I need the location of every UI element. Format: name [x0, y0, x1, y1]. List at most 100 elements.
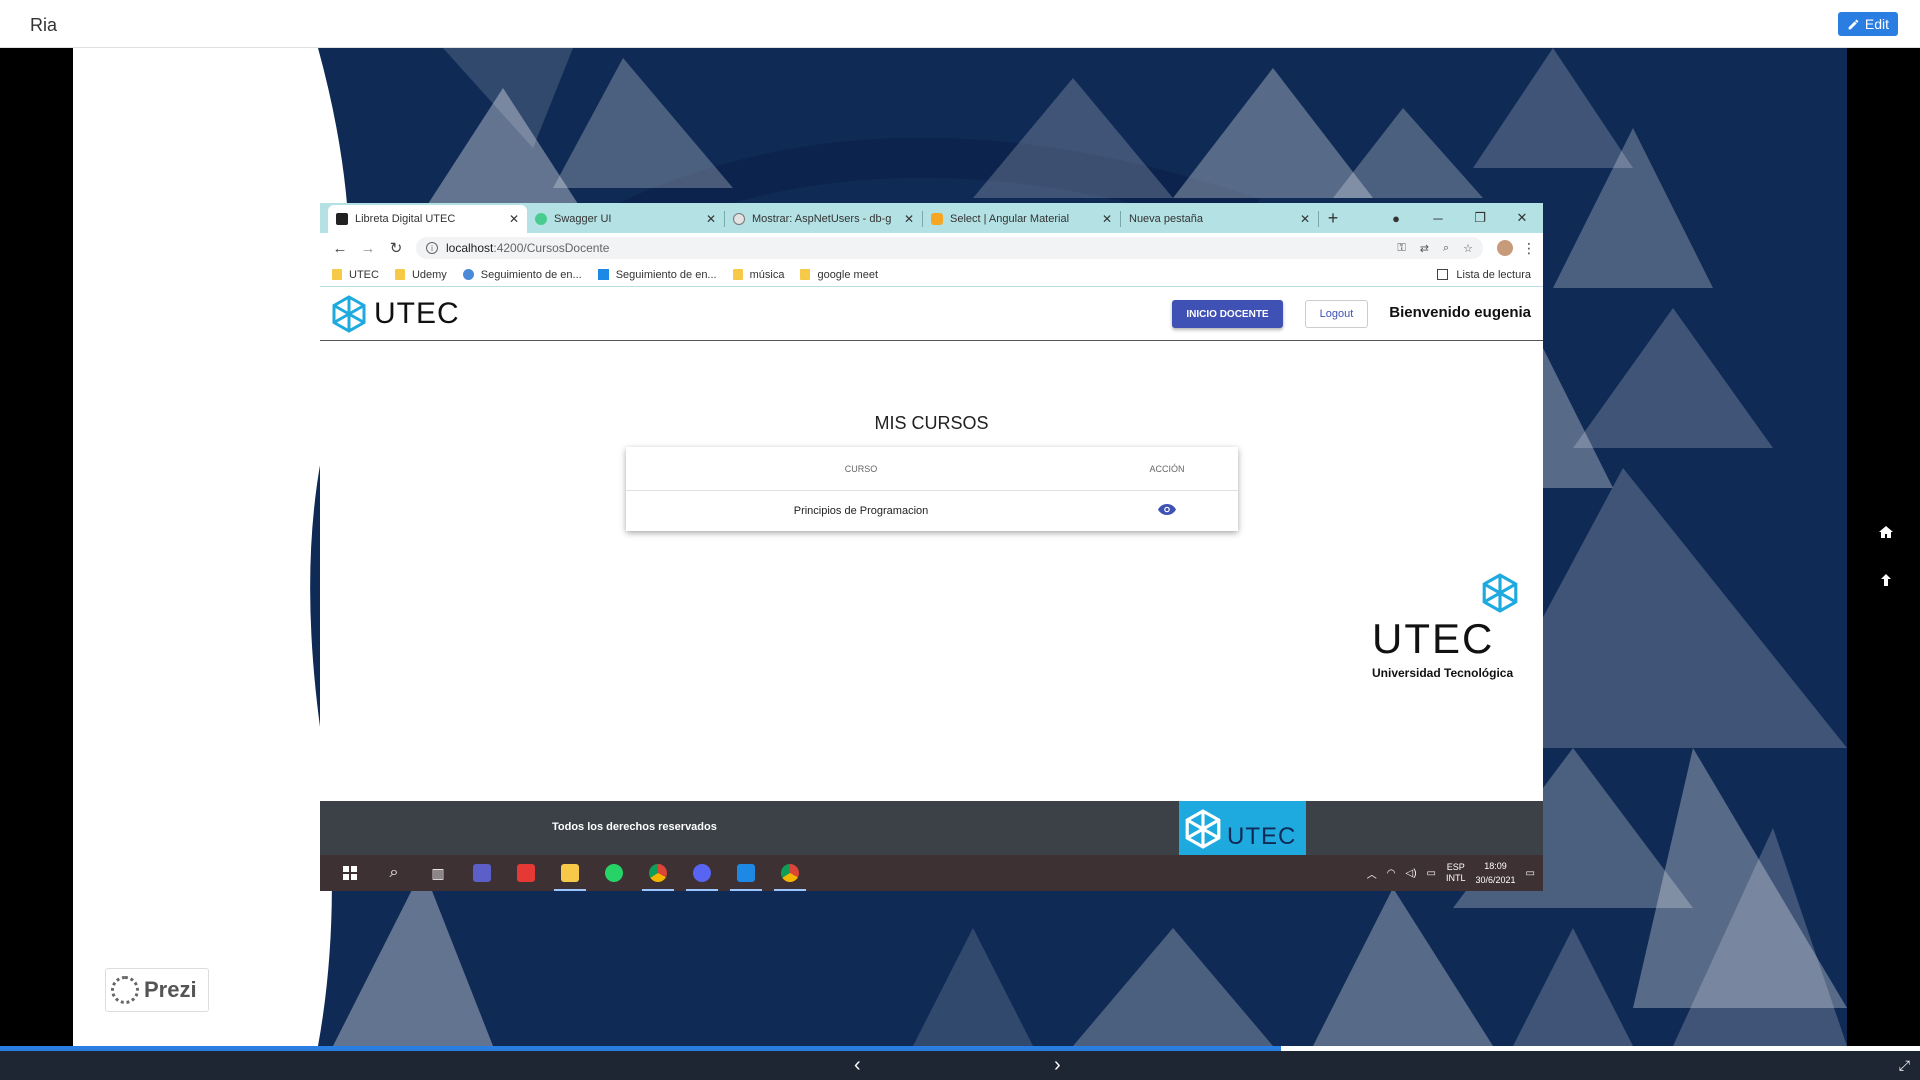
record-icon[interactable]: ●: [1375, 211, 1417, 226]
bookmarks-bar: UTEC Udemy Seguimiento de en... Seguimie…: [320, 263, 1543, 287]
chevron-up-icon[interactable]: ︿: [1367, 866, 1377, 881]
reload-icon[interactable]: ↻: [382, 239, 410, 257]
info-icon[interactable]: i: [426, 242, 438, 254]
chrome-icon[interactable]: [768, 855, 812, 891]
teams-icon[interactable]: [460, 855, 504, 891]
whatsapp-icon[interactable]: [592, 855, 636, 891]
bookmark-label: Seguimiento de en...: [480, 268, 582, 281]
bookmark-utec[interactable]: UTEC: [332, 269, 379, 281]
chrome-icon[interactable]: [636, 855, 680, 891]
bookmark-seguimiento-1[interactable]: Seguimiento de en...: [462, 268, 582, 281]
reading-list[interactable]: Lista de lectura: [1437, 269, 1531, 281]
folder-icon: [394, 269, 405, 280]
app-footer: Todos los derechos reservados UTEC: [320, 801, 1543, 855]
tab-angular-material[interactable]: Select | Angular Material ✕: [923, 205, 1120, 233]
home-icon[interactable]: [1874, 520, 1898, 544]
copyright-text: Todos los derechos reservados: [552, 821, 717, 833]
globe-icon: [462, 269, 474, 280]
lang-layout: INTL: [1445, 873, 1466, 883]
fullscreen-icon[interactable]: ⤢: [1899, 1057, 1910, 1074]
presentation-title: Ria: [30, 15, 58, 35]
bookmark-label: Seguimiento de en...: [615, 268, 717, 281]
bookmark-musica[interactable]: música: [732, 269, 784, 281]
close-icon[interactable]: ✕: [509, 212, 519, 226]
prezi-logo[interactable]: Prezi: [105, 968, 209, 1012]
prezi-logo-icon: [111, 976, 139, 1004]
url-field[interactable]: i localhost :4200/CursosDocente ⚿ ⇄ ⌕ ☆: [416, 237, 1483, 259]
logout-button[interactable]: Logout: [1305, 300, 1368, 328]
star-icon[interactable]: ☆: [1463, 242, 1473, 255]
window-close-icon[interactable]: ✕: [1501, 210, 1543, 226]
clock-date: 30/6/2021: [1475, 875, 1516, 885]
presentation-controls: ‹ › ⤢: [0, 1051, 1920, 1080]
wifi-icon[interactable]: ◠: [1387, 868, 1396, 879]
angular-icon: [336, 213, 348, 225]
bookmark-seguimiento-2[interactable]: Seguimiento de en...: [597, 268, 717, 281]
view-icon[interactable]: [1158, 504, 1176, 515]
translate-icon[interactable]: ⇄: [1420, 242, 1429, 255]
footer-logo: UTEC: [1179, 801, 1306, 855]
welcome-text: Bienvenido eugenia: [1389, 304, 1531, 321]
tab-nueva[interactable]: Nueva pestaña ✕: [1121, 205, 1318, 233]
chart-icon: [597, 269, 609, 280]
tab-bar: Libreta Digital UTEC ✕ Swagger UI ✕ Most…: [320, 203, 1543, 233]
edit-label: Edit: [1864, 16, 1889, 32]
close-icon[interactable]: ✕: [904, 212, 914, 226]
url-path: :4200/CursosDocente: [493, 241, 610, 255]
bookmark-udemy[interactable]: Udemy: [394, 269, 447, 281]
header-curso: CURSO: [844, 463, 878, 474]
restore-icon[interactable]: ❐: [1459, 210, 1501, 226]
prev-arrow-icon[interactable]: ‹: [854, 1054, 861, 1077]
app-logo[interactable]: UTEC: [330, 294, 460, 333]
clock[interactable]: 18:09 30/6/2021: [1476, 859, 1516, 887]
discord-icon[interactable]: [680, 855, 724, 891]
window-controls: ● ─ ❐ ✕: [1375, 203, 1543, 233]
windows-taskbar: ⌕ ▥ ︿ ◠ ◁) ▭ ESP INTL 18:09 30/6/2021 ▭: [320, 855, 1543, 891]
next-arrow-icon[interactable]: ›: [1054, 1054, 1061, 1077]
forward-arrow-icon[interactable]: →: [354, 240, 382, 257]
table-header: CURSO ACCIÓN: [626, 447, 1238, 491]
url-host: localhost: [446, 241, 494, 255]
table-row: Principios de Programacion: [626, 491, 1238, 531]
notification-icon[interactable]: ▭: [1526, 868, 1535, 879]
bookmark-label: UTEC: [349, 268, 379, 281]
file-explorer-icon[interactable]: [548, 855, 592, 891]
clock-time: 18:09: [1484, 861, 1507, 871]
tab-label: Select | Angular Material: [950, 213, 1070, 225]
view-cell: [1096, 504, 1238, 518]
back-up-icon[interactable]: [1874, 568, 1898, 592]
windows-start-icon[interactable]: [328, 855, 372, 891]
vscode-icon[interactable]: [724, 855, 768, 891]
bookmark-google-meet[interactable]: google meet: [800, 269, 878, 281]
address-bar: ← → ↻ i localhost :4200/CursosDocente ⚿ …: [320, 233, 1543, 263]
lang-code: ESP: [1446, 862, 1465, 872]
back-arrow-icon[interactable]: ←: [326, 240, 354, 257]
reading-list-label: Lista de lectura: [1456, 268, 1531, 281]
profile-avatar[interactable]: [1497, 240, 1513, 256]
tab-libreta[interactable]: Libreta Digital UTEC ✕: [328, 205, 527, 233]
volume-icon[interactable]: ◁): [1406, 868, 1417, 879]
menu-dots-icon[interactable]: ⋮: [1521, 240, 1537, 257]
app-red-icon[interactable]: [504, 855, 548, 891]
url-actions: ⚿ ⇄ ⌕ ☆: [1397, 242, 1473, 255]
battery-icon[interactable]: ▭: [1427, 868, 1436, 879]
inicio-docente-button[interactable]: INICIO DOCENTE: [1172, 300, 1283, 328]
language-indicator[interactable]: ESP INTL: [1446, 862, 1466, 884]
course-name: Principios de Programacion: [793, 505, 929, 517]
zoom-icon[interactable]: ⌕: [1443, 242, 1449, 255]
tab-aspnetusers[interactable]: Mostrar: AspNetUsers - db-g ✕: [725, 205, 922, 233]
key-icon[interactable]: ⚿: [1397, 242, 1405, 255]
edit-button[interactable]: Edit: [1837, 12, 1898, 36]
close-icon[interactable]: ✕: [1300, 212, 1310, 226]
close-icon[interactable]: ✕: [706, 212, 716, 226]
minimize-icon[interactable]: ─: [1417, 211, 1459, 226]
app-header: UTEC INICIO DOCENTE Logout Bienvenido eu…: [320, 287, 1543, 341]
folder-icon: [732, 269, 743, 280]
search-icon[interactable]: ⌕: [372, 855, 416, 891]
tab-swagger[interactable]: Swagger UI ✕: [527, 205, 724, 233]
task-view-icon[interactable]: ▥: [416, 855, 460, 891]
close-icon[interactable]: ✕: [1102, 212, 1112, 226]
folder-icon: [332, 269, 342, 280]
new-tab-icon[interactable]: +: [1319, 208, 1347, 229]
shield-icon: [931, 213, 943, 225]
